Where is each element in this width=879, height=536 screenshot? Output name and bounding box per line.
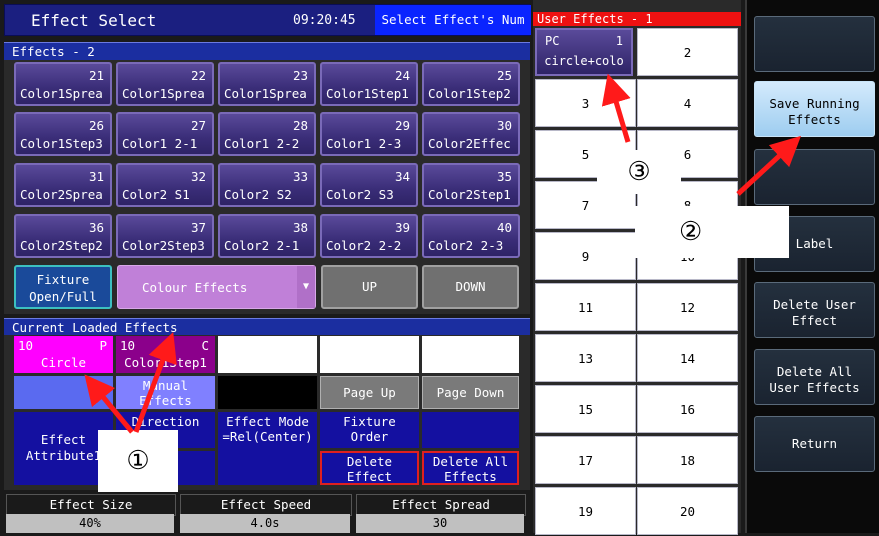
annotation-arrows: [84, 73, 802, 434]
arrow-1b: [133, 331, 177, 433]
arrow-2: [736, 135, 802, 196]
arrow-1a: [84, 374, 134, 434]
arrow-3: [601, 73, 631, 143]
